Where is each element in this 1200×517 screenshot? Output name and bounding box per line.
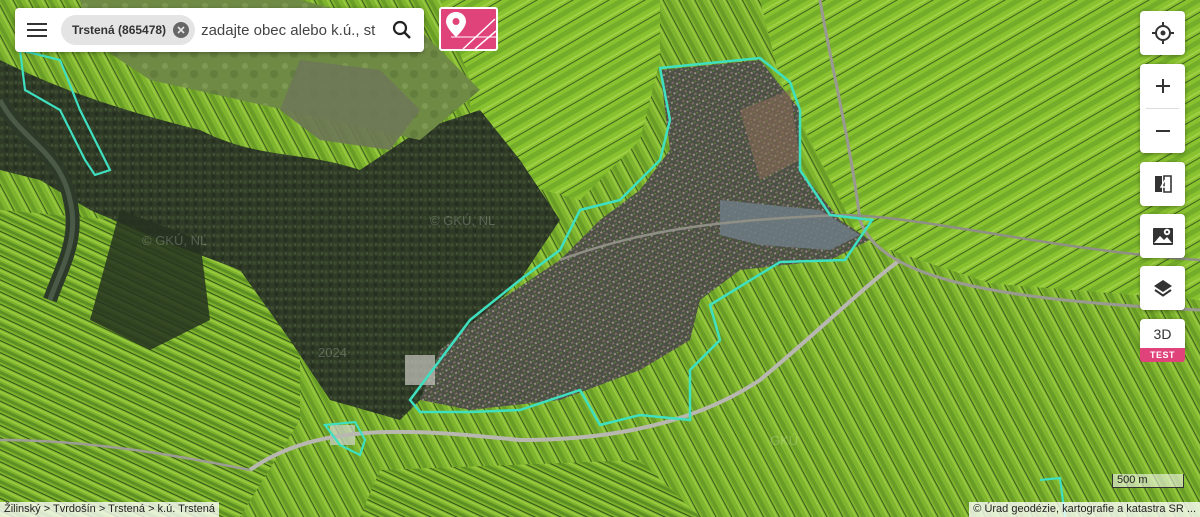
search-button[interactable]	[380, 8, 424, 52]
breadcrumb[interactable]: Žilinský > Tvrdošín > Trstená > k.ú. Trs…	[0, 502, 220, 517]
map-watermark: 2024	[318, 345, 347, 360]
search-input[interactable]	[195, 21, 380, 39]
basemap-button[interactable]	[1140, 214, 1185, 258]
plus-icon	[1155, 79, 1170, 93]
3d-button[interactable]: 3D	[1140, 319, 1185, 348]
split-compare-icon	[1154, 175, 1172, 193]
zoom-out-button[interactable]	[1140, 109, 1185, 153]
location-chip[interactable]: Trstená (865478)	[61, 15, 196, 45]
zoom-control	[1140, 64, 1185, 153]
layers-icon	[1153, 280, 1172, 297]
minus-icon	[1155, 130, 1170, 132]
compare-button[interactable]	[1140, 162, 1185, 206]
close-circle-icon[interactable]	[173, 22, 190, 38]
map-attribution[interactable]: © Úrad geodézie, kartografie a katastra …	[969, 502, 1200, 517]
test-badge: TEST	[1140, 348, 1185, 362]
layers-button[interactable]	[1140, 266, 1185, 310]
search-icon	[392, 20, 411, 39]
map-watermark: © GKÚ, NL	[142, 233, 207, 248]
map-watermark: © GKÚ, NL	[430, 213, 495, 228]
parcel-search-button[interactable]	[439, 7, 498, 51]
locate-button[interactable]	[1140, 11, 1185, 55]
menu-button[interactable]	[15, 8, 59, 52]
hamburger-menu-icon	[27, 23, 47, 37]
search-bar: Trstená (865478)	[15, 8, 424, 52]
map-watermark: GKÚ	[770, 433, 798, 448]
scale-bar: 500 m	[1112, 474, 1184, 488]
location-chip-label: Trstená (865478)	[72, 23, 167, 37]
map-photo-icon	[1152, 228, 1173, 245]
map-canvas[interactable]: © GKÚ, NL © GKÚ, NL 2024 GKÚ	[0, 0, 1200, 517]
zoom-in-button[interactable]	[1140, 64, 1185, 108]
map-pin-parcel-icon	[446, 12, 496, 49]
crosshair-location-icon	[1151, 22, 1174, 44]
